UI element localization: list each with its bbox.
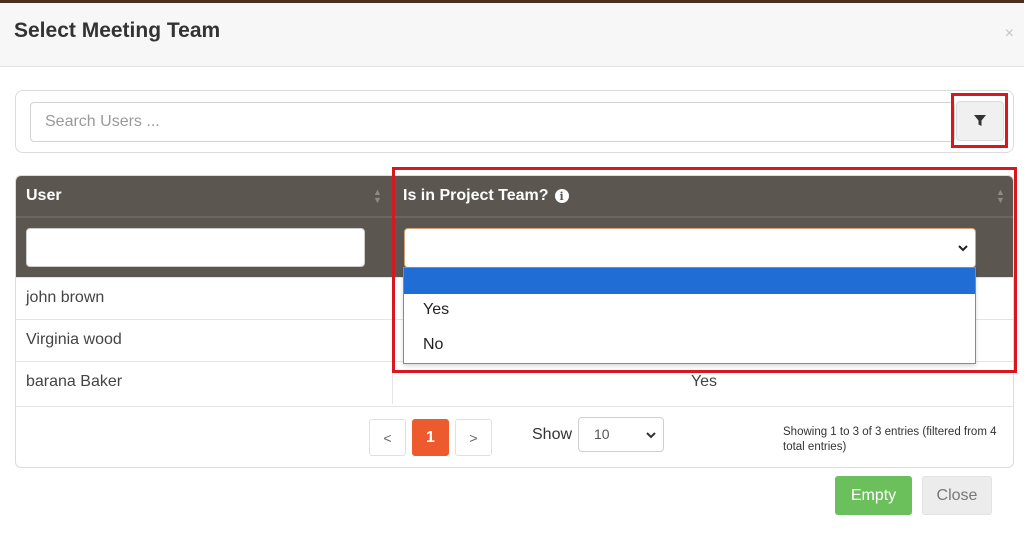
search-input[interactable] bbox=[30, 102, 955, 142]
team-filter-dropdown: Yes No bbox=[403, 267, 976, 364]
page-size-select[interactable]: 10 bbox=[578, 417, 664, 452]
sort-icon[interactable]: ▲ ▼ bbox=[373, 188, 382, 205]
filter-icon bbox=[974, 115, 986, 126]
user-name-cell: john brown bbox=[26, 289, 105, 306]
dropdown-option-blank[interactable] bbox=[404, 268, 975, 294]
table-header: User ▲ ▼ Is in Project Team? i ▲ ▼ bbox=[16, 176, 1013, 277]
next-page-button[interactable]: > bbox=[455, 419, 492, 456]
user-name-cell: barana Baker bbox=[26, 373, 123, 390]
dialog-title: Select Meeting Team bbox=[14, 19, 221, 42]
close-button[interactable]: Close bbox=[922, 476, 992, 515]
filter-button[interactable] bbox=[956, 101, 1004, 141]
chevron-down-icon bbox=[646, 432, 656, 439]
column-header-team[interactable]: Is in Project Team? i bbox=[393, 176, 1013, 216]
search-panel bbox=[15, 90, 1014, 153]
empty-button[interactable]: Empty bbox=[835, 476, 912, 515]
chevron-down-icon bbox=[958, 245, 968, 252]
column-divider bbox=[392, 320, 393, 362]
page-size-value: 10 bbox=[594, 426, 610, 442]
prev-page-button[interactable]: < bbox=[369, 419, 406, 456]
page-1-button[interactable]: 1 bbox=[412, 419, 449, 456]
dropdown-option-no[interactable]: No bbox=[404, 332, 975, 358]
dialog-header: Select Meeting Team × bbox=[0, 3, 1024, 67]
team-column-filter-select[interactable] bbox=[404, 228, 976, 268]
column-header-user[interactable]: User bbox=[16, 176, 392, 216]
dropdown-option-yes[interactable]: Yes bbox=[404, 297, 975, 323]
show-label: Show bbox=[532, 426, 573, 443]
user-column-filter-input[interactable] bbox=[26, 228, 365, 267]
table-footer: < 1 > Show 10 Showing 1 to 3 of 3 entrie… bbox=[16, 406, 1013, 467]
column-divider bbox=[392, 278, 393, 320]
team-status-cell: Yes bbox=[690, 373, 718, 390]
sort-icon[interactable]: ▲ ▼ bbox=[996, 188, 1005, 205]
user-name-cell: Virginia wood bbox=[26, 331, 122, 348]
table-row[interactable]: barana Baker Yes bbox=[16, 361, 1013, 404]
column-header-team-label: Is in Project Team? bbox=[403, 187, 549, 204]
close-icon[interactable]: × bbox=[1005, 25, 1014, 43]
info-icon[interactable]: i bbox=[554, 189, 569, 203]
column-header-user-label: User bbox=[26, 187, 62, 204]
entries-info: Showing 1 to 3 of 3 entries (filtered fr… bbox=[783, 426, 997, 453]
filter-row-separator bbox=[16, 216, 1013, 218]
